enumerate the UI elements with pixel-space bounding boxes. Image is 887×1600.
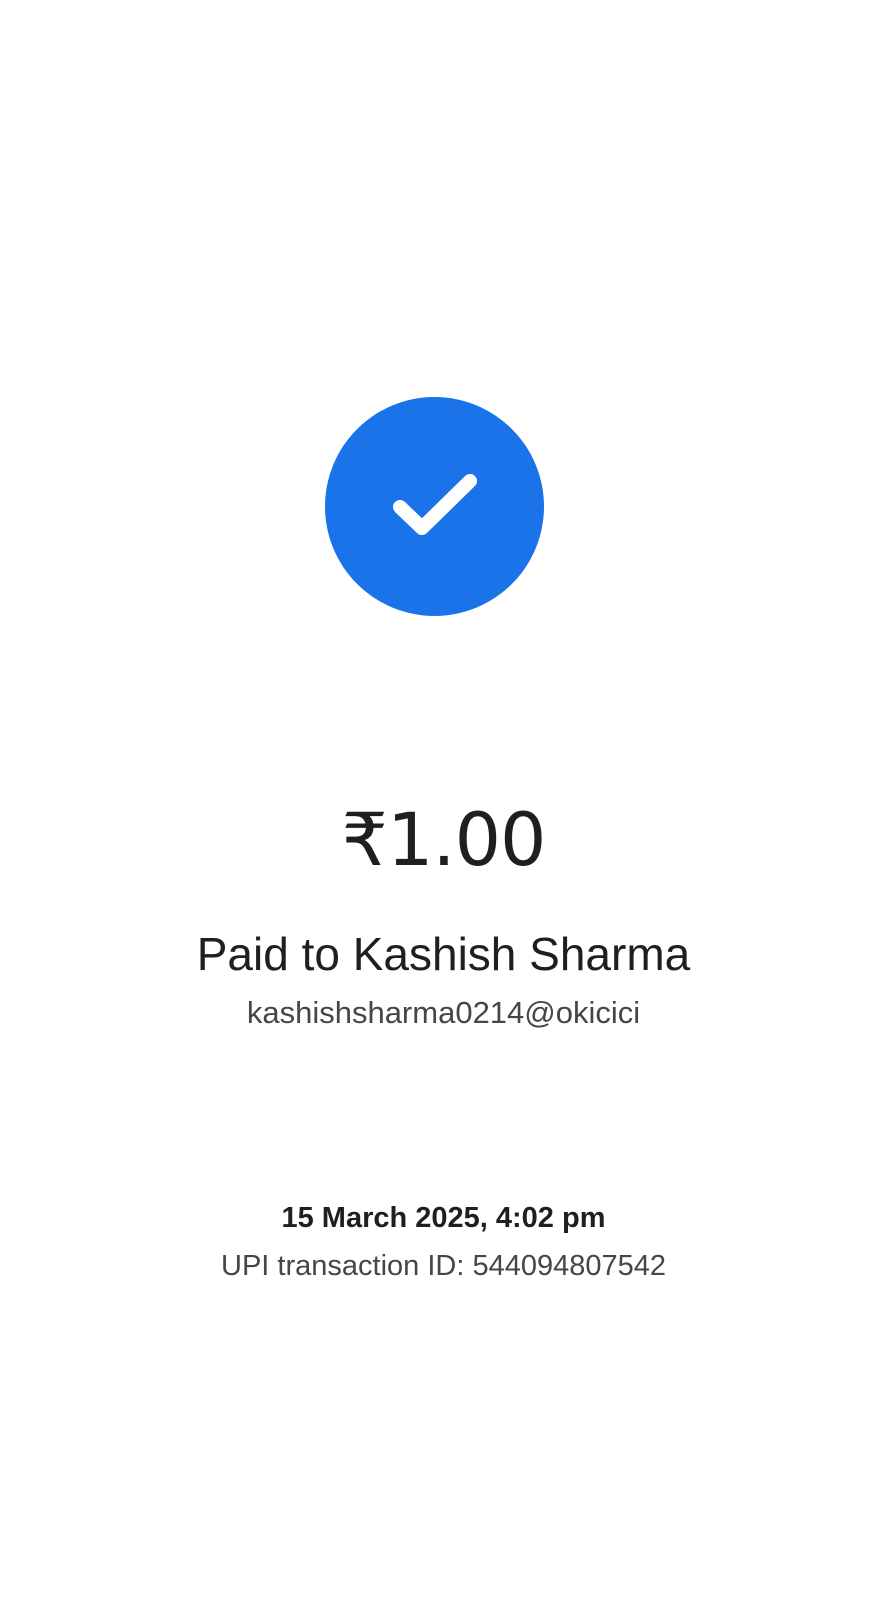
payment-success-screen: ₹1.00 Paid to Kashish Sharma kashishshar…: [0, 0, 887, 1600]
transaction-id: UPI transaction ID: 544094807542: [221, 1250, 666, 1282]
success-badge: [325, 397, 544, 616]
recipient-name: Paid to Kashish Sharma: [196, 928, 691, 980]
payment-datetime: 15 March 2025, 4:02 pm: [281, 1202, 606, 1234]
check-icon: [392, 473, 477, 535]
payment-amount: ₹1.00: [341, 798, 547, 883]
recipient-upi-id: kashishsharma0214@okicici: [246, 995, 641, 1030]
